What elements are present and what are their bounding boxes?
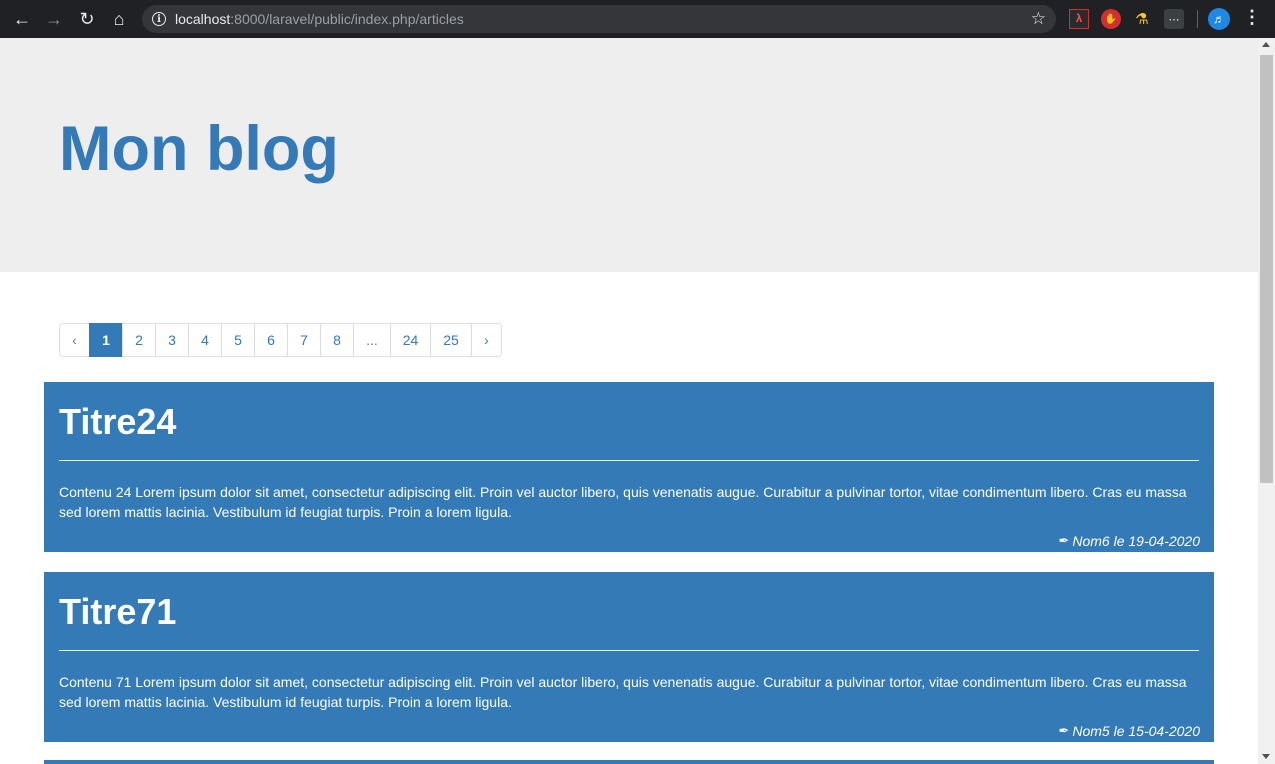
reload-icon[interactable]: ↻: [71, 3, 103, 35]
pagination-page-7[interactable]: 7: [287, 323, 321, 357]
pagination-page-25[interactable]: 25: [430, 323, 472, 357]
forward-arrow-icon[interactable]: →: [38, 3, 70, 35]
jumbotron: Mon blog: [0, 38, 1258, 272]
article-meta: ✒ Nom6 le 19-04-2020: [1058, 533, 1200, 549]
url-path: :8000/laravel/public/index.php/articles: [230, 11, 464, 27]
article-divider: [59, 650, 1199, 651]
pagination: ‹ 1 2 3 4 5 6 7 8 ... 24 25 ›: [59, 323, 502, 357]
back-arrow-icon[interactable]: ←: [6, 3, 38, 35]
article-content: Contenu 24 Lorem ipsum dolor sit amet, c…: [59, 484, 1187, 520]
pagination-page-4[interactable]: 4: [188, 323, 222, 357]
article-title: Titre71: [59, 591, 177, 632]
article-card: Titre24 Contenu 24 Lorem ipsum dolor sit…: [44, 382, 1214, 552]
stop-hand-extension-icon[interactable]: ✋: [1101, 9, 1121, 29]
article-author-date: Nom6 le 19-04-2020: [1072, 533, 1200, 549]
pagination-page-24[interactable]: 24: [390, 323, 431, 357]
pagination-next[interactable]: ›: [471, 323, 502, 357]
star-icon[interactable]: ☆: [1031, 9, 1046, 29]
site-title: Mon blog: [59, 114, 339, 184]
profile-avatar-icon[interactable]: ♬: [1208, 8, 1230, 30]
toolbar-divider: [1197, 10, 1198, 28]
article-author-date: Nom5 le 15-04-2020: [1072, 723, 1200, 739]
pen-icon: ✒: [1058, 533, 1070, 548]
pen-icon: ✒: [1058, 723, 1070, 738]
article-card: Titre71 Contenu 71 Lorem ipsum dolor sit…: [44, 572, 1214, 742]
address-bar[interactable]: i localhost:8000/laravel/public/index.ph…: [142, 5, 1056, 33]
browser-toolbar: ← → ↻ ⌂ i localhost:8000/laravel/public/…: [0, 0, 1275, 38]
info-icon[interactable]: i: [152, 12, 166, 26]
article-divider: [59, 460, 1199, 461]
browser-menu-icon[interactable]: ⋮: [1243, 7, 1261, 28]
home-icon[interactable]: ⌂: [103, 3, 135, 35]
pagination-ellipsis: ...: [353, 323, 391, 357]
article-meta: ✒ Nom5 le 15-04-2020: [1058, 723, 1200, 739]
url-host: localhost: [175, 11, 231, 27]
pagination-page-8[interactable]: 8: [320, 323, 354, 357]
scrollbar-thumb[interactable]: [1260, 55, 1273, 483]
article-card-next: [44, 760, 1214, 764]
pagination-page-2[interactable]: 2: [122, 323, 156, 357]
dots-extension-icon[interactable]: ⋯: [1164, 9, 1184, 29]
pagination-page-1[interactable]: 1: [89, 323, 123, 357]
page-scrollbar[interactable]: [1258, 38, 1275, 764]
article-content: Contenu 71 Lorem ipsum dolor sit amet, c…: [59, 674, 1187, 710]
pagination-prev[interactable]: ‹: [59, 323, 90, 357]
flask-extension-icon[interactable]: ⚗: [1132, 9, 1152, 29]
url-text: localhost:8000/laravel/public/index.php/…: [175, 11, 464, 27]
pagination-page-5[interactable]: 5: [221, 323, 255, 357]
article-title: Titre24: [59, 401, 177, 442]
pdf-extension-icon[interactable]: λ: [1069, 9, 1089, 29]
scroll-up-arrow-icon[interactable]: [1262, 42, 1270, 47]
pagination-page-6[interactable]: 6: [254, 323, 288, 357]
page-viewport: Mon blog ‹ 1 2 3 4 5 6 7 8 ... 24 25 › T…: [0, 38, 1258, 764]
scroll-down-arrow-icon[interactable]: [1262, 754, 1270, 759]
pagination-page-3[interactable]: 3: [155, 323, 189, 357]
